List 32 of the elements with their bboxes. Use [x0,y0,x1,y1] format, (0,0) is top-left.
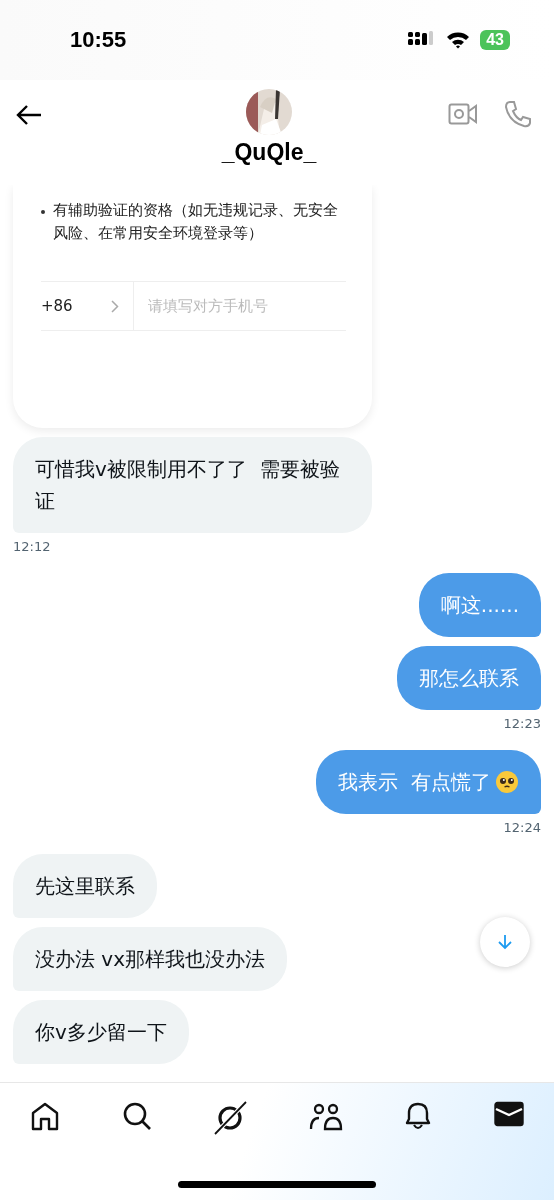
home-icon [30,1101,60,1131]
nav-tab[interactable] [213,1101,248,1135]
message-bubble[interactable]: 可惜我v被限制用不了了 需要被验证 [13,437,372,533]
nav-tab[interactable] [308,1101,343,1131]
video-call-icon[interactable] [448,102,478,126]
chevron-icon [111,299,120,313]
message-bubble[interactable]: 你v多少留一下 [13,1000,189,1064]
down-arrow-icon [498,934,512,950]
phone-call-icon[interactable] [504,100,532,128]
nav-tab[interactable] [404,1101,433,1131]
people-icon [308,1101,343,1131]
bell-icon [404,1101,433,1131]
country-code-selector[interactable]: +86 [41,282,135,330]
bullet-icon [41,210,45,214]
message-bubble[interactable]: 没办法 vx那样我也没办法 [13,927,288,991]
message-time: 12:23 [503,716,541,731]
envelope-icon [493,1101,524,1127]
message-time: 12:24 [503,820,541,835]
username[interactable]: _QuQle_ [221,139,317,166]
nav-tab[interactable] [121,1101,152,1131]
battery-level: 43 [480,30,510,50]
nav-tab[interactable] [493,1101,524,1127]
back-arrow-icon[interactable] [16,104,42,126]
message-time: 12:12 [13,539,51,554]
phone-number-field[interactable]: 请填写对方手机号 [134,282,346,330]
message-bubble[interactable]: 先这里联系 [13,854,157,918]
status-time: 10:55 [70,27,127,53]
search-icon [121,1101,152,1131]
nav-tab[interactable] [30,1101,60,1131]
requirement-text: 有辅助验证的资格（如无违规记录、无安全风险、在常用安全环境登录等） [53,200,339,244]
slashed-circle-icon [213,1101,248,1135]
wifi-icon [446,31,471,49]
